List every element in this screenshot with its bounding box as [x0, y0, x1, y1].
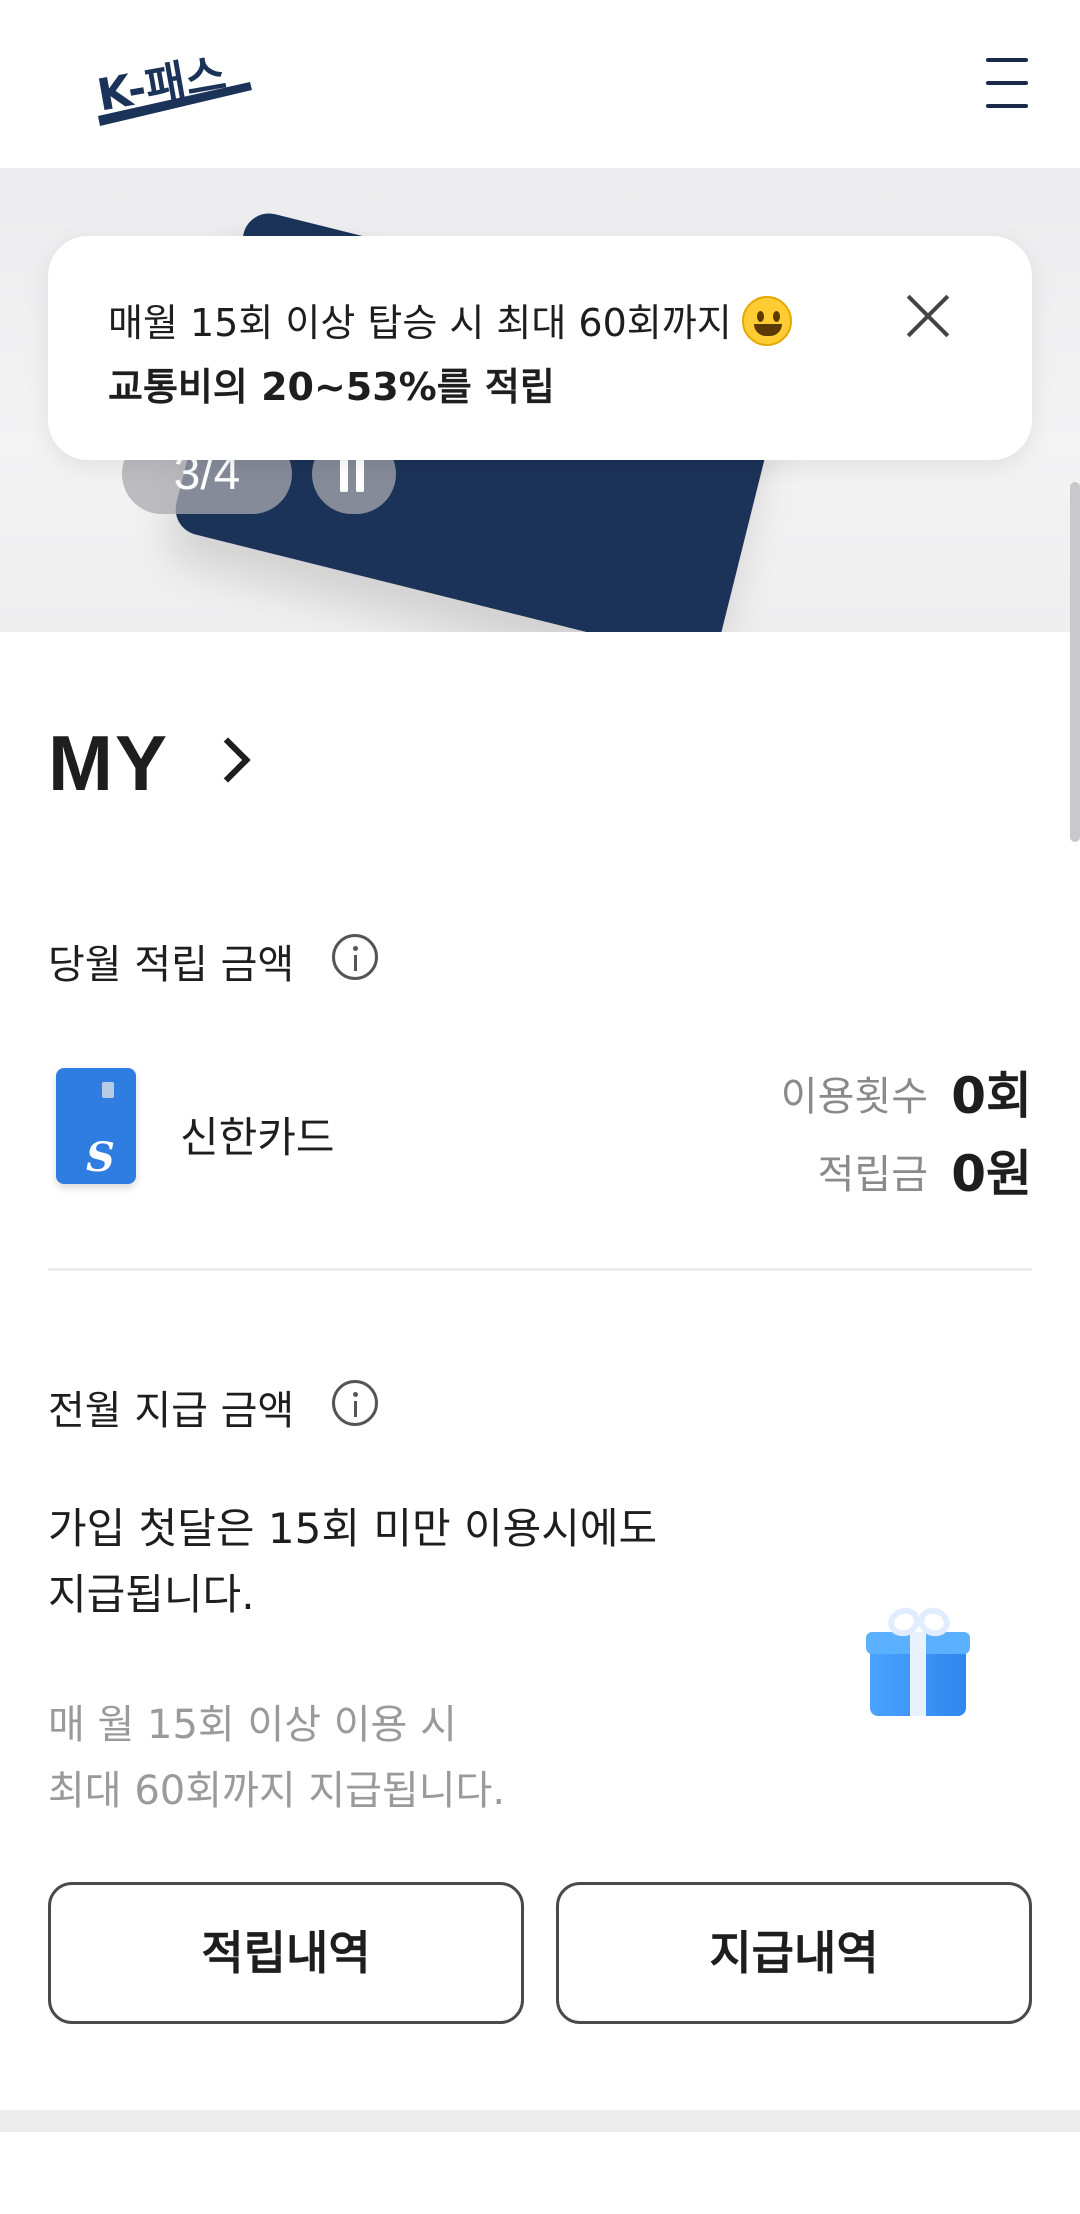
shinhan-card-icon: S: [56, 1068, 136, 1184]
gift-box-icon: [866, 1603, 970, 1720]
info-toast: 매월 15회 이상 탑승 시 최대 60회까지 교통비의 20~53%를 적립: [48, 236, 1032, 460]
first-month-notice-line1: 가입 첫달은 15회 미만 이용시에도: [48, 1504, 658, 1553]
shinhan-logo-icon: S: [86, 1134, 115, 1181]
menu-bar: [986, 104, 1028, 108]
my-title[interactable]: MY: [48, 718, 169, 809]
toast-line1: 매월 15회 이상 탑승 시 최대 60회까지: [108, 292, 792, 347]
info-icon[interactable]: [332, 1380, 378, 1426]
scrollbar-thumb[interactable]: [1070, 482, 1080, 842]
gift-ribbon: [910, 1632, 926, 1716]
close-icon[interactable]: [900, 288, 956, 344]
grinning-face-icon: [741, 296, 792, 346]
toast-line1-text: 매월 15회 이상 탑승 시 최대 60회까지: [108, 301, 732, 345]
first-month-notice: 가입 첫달은 15회 미만 이용시에도 지급됩니다.: [48, 1496, 657, 1628]
payment-history-button[interactable]: 지급내역: [556, 1882, 1032, 2024]
card-name: 신한카드: [180, 1113, 335, 1162]
menu-bar: [986, 81, 1028, 85]
section-divider: [48, 1268, 1032, 1271]
previous-payment-label: 전월 지급 금액: [48, 1388, 295, 1434]
points-value: 0원: [951, 1145, 1032, 1203]
first-month-notice-line2: 지급됩니다.: [48, 1570, 255, 1619]
usage-count-label: 이용횟수: [780, 1074, 928, 1120]
hamburger-menu-icon[interactable]: [980, 52, 1032, 114]
accrual-history-button[interactable]: 적립내역: [48, 1882, 524, 2024]
monthly-accrual-label: 당월 적립 금액: [48, 942, 295, 988]
svg-text:K-패스: K-패스: [94, 49, 230, 122]
toast-line2: 교통비의 20~53%를 적립: [108, 365, 555, 409]
payment-condition-note-line2: 최대 60회까지 지급됩니다.: [48, 1768, 506, 1814]
card-chip: [102, 1082, 114, 1098]
k-pass-logo[interactable]: K-패스: [92, 30, 256, 138]
menu-bar: [986, 58, 1028, 62]
points-label: 적립금: [817, 1152, 928, 1198]
app-header: K-패스: [0, 0, 1080, 168]
chevron-right-icon[interactable]: [205, 737, 251, 783]
info-icon[interactable]: [332, 934, 378, 980]
k-pass-logo-mark: K-패스: [94, 49, 252, 126]
usage-count-value: 0회: [951, 1067, 1032, 1125]
section-separator-band: [0, 2110, 1080, 2132]
payment-condition-note-line1: 매 월 15회 이상 이용 시: [48, 1702, 457, 1748]
payment-condition-note: 매 월 15회 이상 이용 시 최대 60회까지 지급됩니다.: [48, 1692, 505, 1824]
